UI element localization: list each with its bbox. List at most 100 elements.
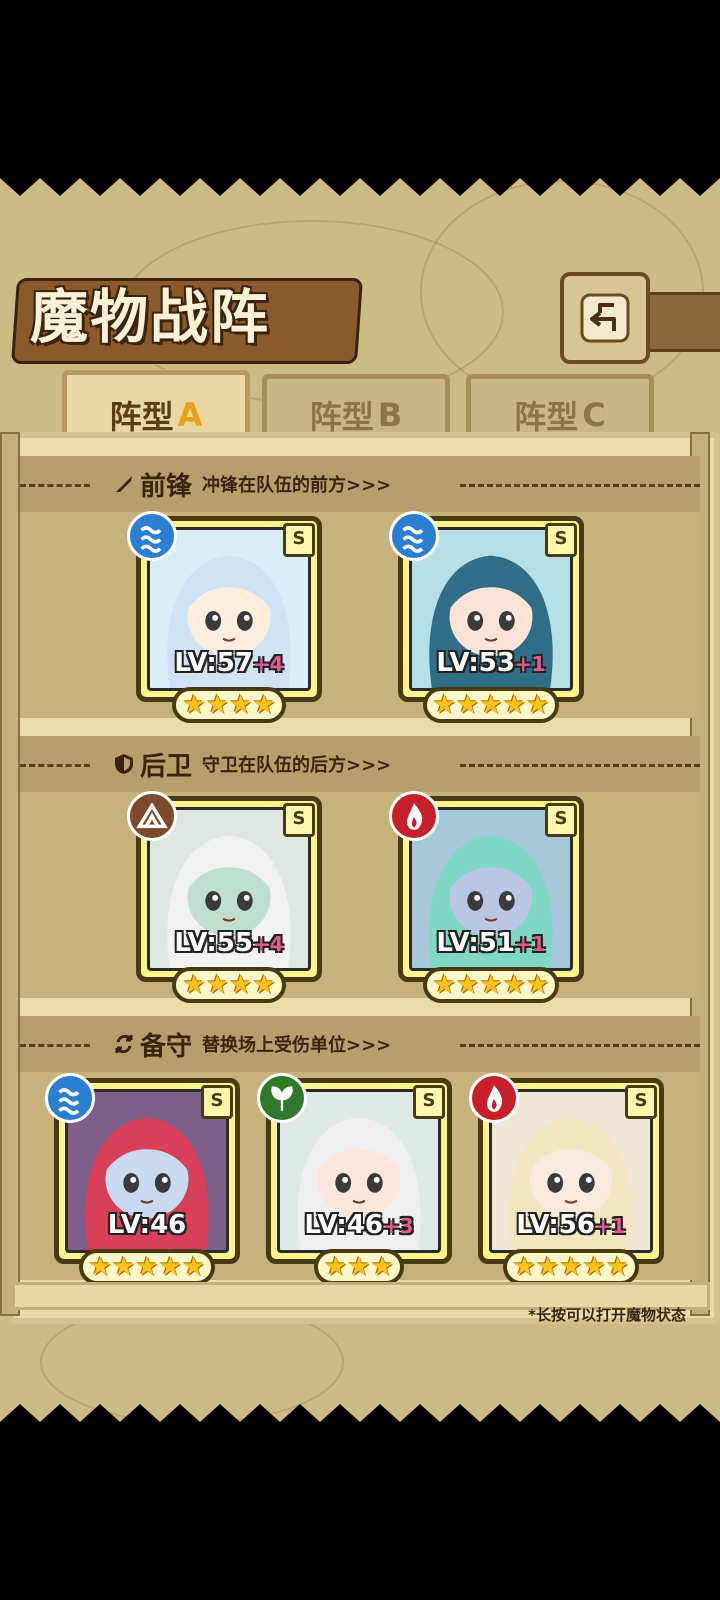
star-icon: ★ <box>525 690 550 720</box>
tab-letter: B <box>377 396 403 434</box>
section-header-reserve: 备守 替换场上受伤单位>>> <box>20 1016 700 1072</box>
star-icon: ★ <box>502 690 526 720</box>
level-text: LV:53 <box>436 648 515 678</box>
star-icon: ★ <box>605 1252 630 1282</box>
torn-edge-top <box>0 160 720 196</box>
tab-letter: C <box>582 396 606 434</box>
long-press-hint: *长按可以打开魔物状态 <box>528 1306 686 1324</box>
section-label: 备守 <box>140 1031 193 1062</box>
star-icon: ★ <box>582 1252 606 1282</box>
star-rating: ★ ★ ★ ★ <box>141 687 317 723</box>
frame-rail-left <box>0 432 20 1316</box>
level-text: LV:46 <box>304 1210 383 1240</box>
star-icon: ★ <box>112 1252 136 1282</box>
rank-badge: S <box>545 803 577 837</box>
fire-element-icon <box>389 791 439 841</box>
sword-icon <box>116 476 132 492</box>
monster-card[interactable]: LV:51+1 S ★ ★ ★ ★ ★ <box>389 791 584 1003</box>
monster-level: LV:57+4 <box>150 648 308 678</box>
star-rating: ★ ★ ★ ★ <box>141 967 317 1003</box>
star-icon: ★ <box>181 1252 206 1282</box>
monster-level: LV:53+1 <box>412 648 570 678</box>
star-icon: ★ <box>347 1252 371 1282</box>
star-icon: ★ <box>456 690 480 720</box>
shield-icon <box>115 754 133 774</box>
star-icon: ★ <box>479 970 503 1000</box>
level-plus: +1 <box>594 1214 626 1238</box>
star-rating-bg: ★ ★ ★ ★ ★ <box>78 1249 216 1285</box>
dash-divider <box>20 484 90 487</box>
star-rating: ★ ★ ★ ★ ★ <box>483 1249 659 1285</box>
wood-element-icon <box>257 1073 307 1123</box>
rank-badge: S <box>283 523 315 557</box>
dash-divider <box>20 1044 90 1047</box>
star-rating-bg: ★ ★ ★ ★ ★ <box>422 687 560 723</box>
star-rating: ★ ★ ★ ★ ★ <box>403 687 579 723</box>
monster-card[interactable]: LV:53+1 S ★ ★ ★ ★ ★ <box>389 511 584 723</box>
rear-row <box>20 792 700 998</box>
star-icon: ★ <box>432 690 457 720</box>
star-rating-bg: ★ ★ ★ ★ <box>172 687 286 723</box>
star-icon: ★ <box>456 970 480 1000</box>
dash-divider <box>20 764 90 767</box>
level-plus: +4 <box>252 652 284 676</box>
star-icon: ★ <box>135 1252 159 1282</box>
star-icon: ★ <box>182 690 206 720</box>
star-rating-bg: ★ ★ ★ <box>314 1249 404 1285</box>
water-element-icon <box>389 511 439 561</box>
star-rating: ★ ★ ★ <box>271 1249 447 1285</box>
level-plus: +4 <box>252 932 284 956</box>
star-icon: ★ <box>559 1252 583 1282</box>
rank-badge: S <box>625 1085 657 1119</box>
monster-card[interactable]: LV:55+4 S ★ ★ ★ ★ <box>127 791 322 1003</box>
monster-card[interactable]: LV:56+1 S ★ ★ ★ ★ ★ <box>469 1073 664 1285</box>
dash-divider <box>460 484 700 487</box>
star-rating: ★ ★ ★ ★ ★ <box>59 1249 235 1285</box>
rank-badge: S <box>545 523 577 557</box>
section-label: 后卫 <box>140 751 193 782</box>
monster-card[interactable]: LV:57+4 S ★ ★ ★ ★ <box>127 511 322 723</box>
star-rating-bg: ★ ★ ★ ★ ★ <box>422 967 560 1003</box>
monster-card[interactable]: LV:46+3 S ★ ★ ★ <box>257 1073 452 1285</box>
back-button-rail <box>640 292 720 352</box>
level-text: LV:46 <box>107 1210 187 1240</box>
star-icon: ★ <box>432 970 457 1000</box>
section-header-rear: 后卫 守卫在队伍的后方>>> <box>20 736 700 792</box>
monster-card[interactable]: LV:46 S ★ ★ ★ ★ ★ <box>45 1073 240 1285</box>
star-icon: ★ <box>229 970 253 1000</box>
earth-element-icon <box>127 791 177 841</box>
star-icon: ★ <box>502 970 526 1000</box>
back-button[interactable] <box>560 272 650 364</box>
star-icon: ★ <box>525 970 550 1000</box>
star-icon: ★ <box>252 970 276 1000</box>
level-plus: +3 <box>382 1214 414 1238</box>
fire-element-icon <box>469 1073 519 1123</box>
star-rating: ★ ★ ★ ★ ★ <box>403 967 579 1003</box>
star-rating-bg: ★ ★ ★ ★ ★ <box>502 1249 640 1285</box>
rank-badge: S <box>283 803 315 837</box>
front-row <box>20 512 700 718</box>
tab-letter: A <box>177 396 203 434</box>
star-icon: ★ <box>205 690 229 720</box>
level-text: LV:57 <box>174 648 253 678</box>
monster-level: LV:56+1 <box>492 1210 650 1240</box>
section-subtitle: 守卫在队伍的后方>>> <box>202 755 392 776</box>
monster-level: LV:55+4 <box>150 928 308 958</box>
star-icon: ★ <box>536 1252 560 1282</box>
star-icon: ★ <box>512 1252 537 1282</box>
level-plus: +1 <box>514 932 546 956</box>
star-icon: ★ <box>370 1252 394 1282</box>
monster-level: LV:51+1 <box>412 928 570 958</box>
level-text: LV:51 <box>436 928 515 958</box>
swap-icon <box>115 1034 133 1054</box>
dash-divider <box>460 1044 700 1047</box>
rank-badge: S <box>413 1085 445 1119</box>
star-icon: ★ <box>479 690 503 720</box>
star-icon: ★ <box>252 690 276 720</box>
water-element-icon <box>45 1073 95 1123</box>
star-icon: ★ <box>158 1252 182 1282</box>
level-text: LV:56 <box>516 1210 595 1240</box>
star-icon: ★ <box>229 690 253 720</box>
water-element-icon <box>127 511 177 561</box>
page-title: 魔物战阵 <box>30 283 271 351</box>
